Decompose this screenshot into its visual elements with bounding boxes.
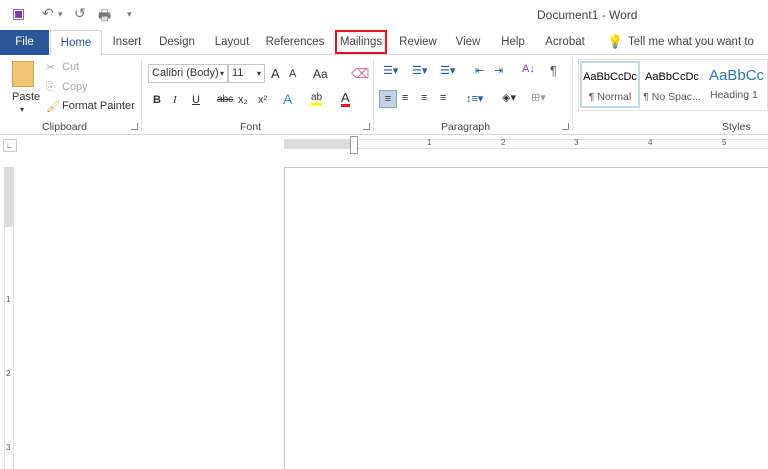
bullets-icon[interactable]: ☰▾ xyxy=(383,64,398,77)
scissors-icon: ✂ xyxy=(46,62,56,74)
format-painter-icon: 🖌 xyxy=(46,101,60,113)
font-launcher-icon[interactable] xyxy=(363,123,370,130)
tab-references[interactable]: References xyxy=(264,30,326,55)
multilevel-list-icon[interactable]: ☰▾ xyxy=(440,64,455,77)
tab-selector-button[interactable]: ∟ xyxy=(3,139,17,152)
change-case-button[interactable]: Aa xyxy=(313,67,328,81)
font-size-value: 11 xyxy=(232,67,244,79)
vertical-ruler-margin xyxy=(4,167,14,227)
font-name-select[interactable]: Calibri (Body) ▾ xyxy=(148,64,228,83)
copy-icon: ⎘ xyxy=(46,81,55,93)
style-no-spacing[interactable]: AaBbCcDc ¶ No Spac... xyxy=(642,61,702,108)
style-name: ¶ No Spac... xyxy=(643,91,701,103)
ribbon: Paste ▾ ✂ Cut ⎘ Copy 🖌 Format Painter Cl… xyxy=(0,55,768,135)
style-heading-1[interactable]: AaBbCc Heading 1 xyxy=(706,61,768,108)
customize-qat-icon[interactable]: ▾ xyxy=(127,9,132,20)
tab-review[interactable]: Review xyxy=(396,30,440,55)
format-painter-button[interactable]: Format Painter xyxy=(62,100,135,112)
tab-home[interactable]: Home xyxy=(50,30,102,56)
clipboard-launcher-icon[interactable] xyxy=(131,123,138,130)
shrink-font-button[interactable]: A xyxy=(289,68,296,80)
group-label-font: Font xyxy=(240,121,262,133)
style-normal[interactable]: AaBbCcDc ¶ Normal xyxy=(580,61,640,108)
window-title: Document1 - Word xyxy=(537,8,638,22)
increase-indent-icon[interactable]: ⇥ xyxy=(494,64,503,77)
decrease-indent-icon[interactable]: ⇤ xyxy=(475,64,484,77)
tab-help[interactable]: Help xyxy=(496,30,530,55)
align-center-icon[interactable]: ≡ xyxy=(402,92,408,104)
shading-icon[interactable]: ◈▾ xyxy=(502,91,516,104)
ruler-number: 4 xyxy=(648,138,653,147)
ruler-number: 3 xyxy=(574,138,579,147)
tab-view[interactable]: View xyxy=(450,30,486,55)
divider xyxy=(572,59,573,131)
numbering-icon[interactable]: ☰▾ xyxy=(412,64,427,77)
sort-icon[interactable]: A↓ xyxy=(522,63,535,75)
clear-formatting-icon[interactable]: ⌫ xyxy=(351,66,369,82)
ruler-margin xyxy=(284,139,354,149)
superscript-button[interactable]: x² xyxy=(258,94,267,106)
tell-me-search[interactable]: Tell me what you want to do xyxy=(628,30,762,73)
save-icon[interactable]: ▣ xyxy=(12,5,25,22)
redo-icon[interactable]: ↺ xyxy=(74,5,86,22)
text-effects-button[interactable]: A xyxy=(283,91,292,107)
title-bar: ▣ ↶ ▾ ↺ 🖶 ▾ Document1 - Word xyxy=(0,0,768,30)
bold-button[interactable]: B xyxy=(153,94,161,106)
style-name: ¶ Normal xyxy=(588,91,632,103)
group-label-clipboard: Clipboard xyxy=(42,121,87,133)
paragraph-launcher-icon[interactable] xyxy=(562,123,569,130)
ruler-number: 2 xyxy=(6,369,11,378)
style-preview: AaBbCcDc xyxy=(645,71,699,83)
ruler-number: 1 xyxy=(427,138,432,147)
line-spacing-icon[interactable]: ↕≡▾ xyxy=(466,92,483,105)
underline-button[interactable]: U xyxy=(192,94,200,106)
grow-font-button[interactable]: A xyxy=(271,66,280,81)
highlight-button[interactable]: ab xyxy=(311,92,323,106)
font-name-value: Calibri (Body) xyxy=(152,67,219,79)
italic-button[interactable]: I xyxy=(173,94,177,106)
subscript-button[interactable]: x₂ xyxy=(238,94,248,106)
undo-dropdown-icon[interactable]: ▾ xyxy=(58,9,63,20)
ribbon-tabs: File Home Insert Design Layout Reference… xyxy=(0,30,768,73)
justify-icon[interactable]: ≡ xyxy=(440,92,446,104)
strikethrough-button[interactable]: abc xyxy=(217,94,233,105)
undo-icon[interactable]: ↶ xyxy=(42,5,54,22)
align-right-icon[interactable]: ≡ xyxy=(421,92,427,104)
paste-dropdown-icon[interactable]: ▾ xyxy=(20,105,24,114)
group-label-paragraph: Paragraph xyxy=(441,121,491,133)
document-page[interactable] xyxy=(284,167,768,469)
ruler-number: 1 xyxy=(6,295,11,304)
print-preview-icon[interactable]: 🖶 xyxy=(98,5,111,29)
copy-button[interactable]: Copy xyxy=(62,81,88,93)
tab-insert[interactable]: Insert xyxy=(108,30,146,55)
group-label-styles: Styles xyxy=(722,121,751,133)
indent-marker[interactable] xyxy=(350,136,358,154)
borders-icon[interactable]: ⊞▾ xyxy=(531,91,546,104)
style-preview: AaBbCcDc xyxy=(583,71,637,83)
font-size-select[interactable]: 11 ▾ xyxy=(228,64,265,83)
paste-icon[interactable] xyxy=(12,61,34,87)
tab-mailings[interactable]: Mailings xyxy=(335,30,387,54)
ruler-number: 5 xyxy=(722,138,727,147)
style-name: Heading 1 xyxy=(710,89,758,101)
tab-design[interactable]: Design xyxy=(155,30,199,55)
lightbulb-icon: 💡 xyxy=(607,34,624,49)
font-color-button[interactable]: A xyxy=(341,91,350,107)
show-formatting-button[interactable]: ¶ xyxy=(550,63,557,78)
ruler-number: 3 xyxy=(6,443,11,452)
divider xyxy=(141,59,142,131)
paste-button[interactable]: Paste xyxy=(12,91,40,103)
tab-file[interactable]: File xyxy=(0,30,49,55)
tab-acrobat[interactable]: Acrobat xyxy=(540,30,590,55)
ruler-number: 2 xyxy=(501,138,506,147)
style-preview: AaBbCc xyxy=(709,67,765,84)
divider xyxy=(373,59,374,131)
cut-button[interactable]: Cut xyxy=(62,61,79,73)
tab-layout[interactable]: Layout xyxy=(210,30,254,55)
align-left-icon[interactable]: ≡ xyxy=(379,90,397,108)
